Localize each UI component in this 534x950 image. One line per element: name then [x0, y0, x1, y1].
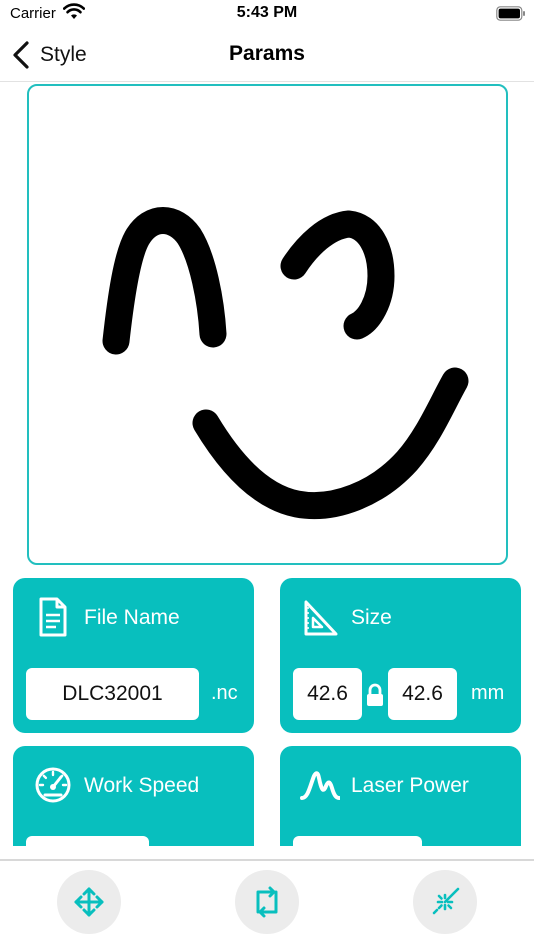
drawing-preview — [102, 207, 469, 520]
drawing-stroke-left — [102, 207, 227, 355]
size-unit-label: mm — [471, 682, 505, 704]
laser-icon — [432, 887, 460, 915]
speedometer-icon — [35, 767, 71, 803]
drawing-stroke-right — [280, 210, 395, 340]
width-input[interactable]: 42.6 — [293, 668, 362, 720]
bottom-toolbar — [0, 859, 534, 950]
transform-icon — [256, 886, 278, 918]
size-title: Size — [351, 606, 392, 629]
status-bar: Carrier 5:43 PM — [0, 0, 534, 30]
scroll-mask — [0, 846, 534, 860]
file-extension-label: .nc — [211, 682, 238, 704]
transform-button[interactable] — [235, 870, 299, 934]
battery-icon — [496, 6, 525, 21]
document-icon — [39, 597, 67, 637]
drawing-canvas[interactable] — [27, 84, 508, 565]
navigation-bar: Style Params — [0, 30, 534, 82]
set-square-ruler-icon — [304, 600, 338, 636]
clock: 5:43 PM — [236, 4, 298, 21]
height-input[interactable]: 42.6 — [388, 668, 457, 720]
drawing-stroke-smile — [192, 367, 469, 520]
laser-button[interactable] — [413, 870, 477, 934]
page-title: Params — [229, 42, 305, 65]
size-card: Size 42.6 42.6 mm — [280, 578, 521, 733]
move-arrows-icon — [74, 887, 104, 917]
lock-icon[interactable] — [362, 682, 388, 708]
laser-power-title: Laser Power — [351, 774, 469, 797]
power-wave-icon — [300, 771, 340, 800]
move-button[interactable] — [57, 870, 121, 934]
file-name-input[interactable]: DLC32001 — [26, 668, 199, 720]
file-name-card: File Name DLC32001 .nc — [13, 578, 254, 733]
work-speed-title: Work Speed — [84, 774, 200, 797]
file-name-title: File Name — [84, 606, 180, 629]
